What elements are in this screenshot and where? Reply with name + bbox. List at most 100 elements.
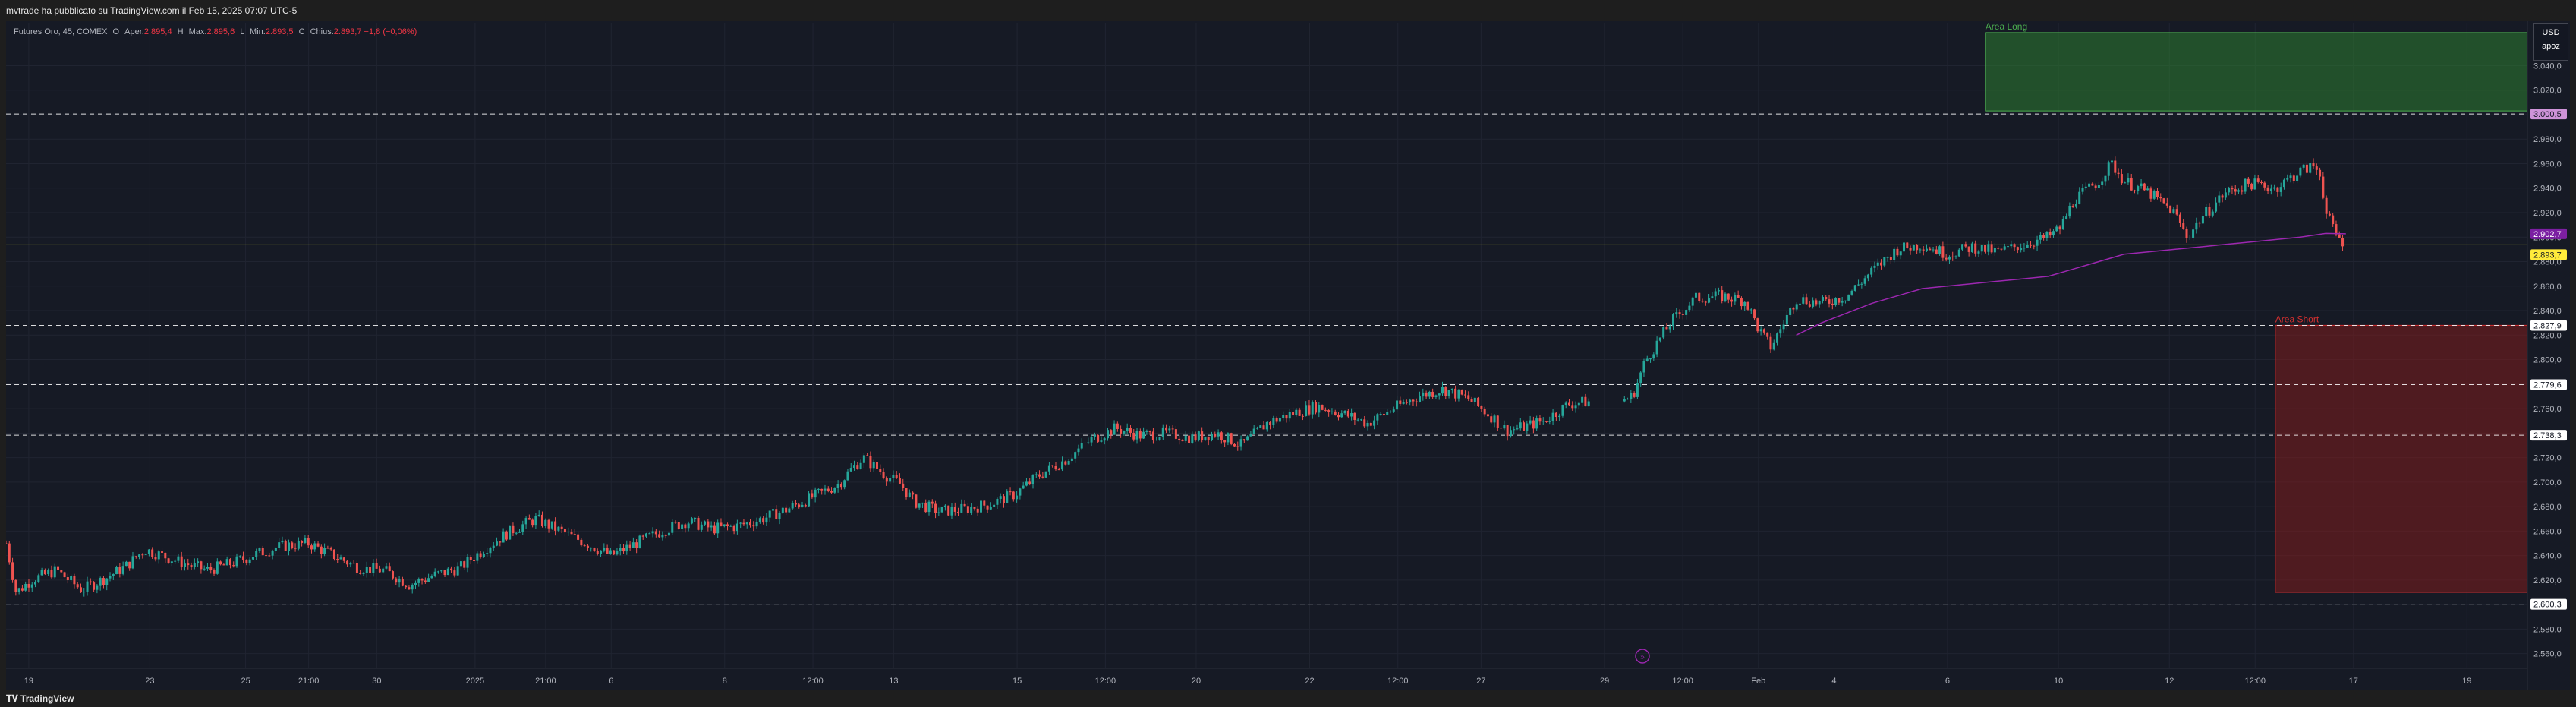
candle-body — [1028, 481, 1031, 484]
candle-body — [684, 524, 687, 529]
candle-body — [11, 562, 14, 580]
candle-body — [20, 588, 24, 591]
candle-body — [342, 557, 345, 561]
double-chevron-right-icon: » — [1640, 653, 1645, 661]
candle-body — [1493, 415, 1496, 423]
tradingview-logo: 𝐓𝐕 TradingView — [6, 693, 74, 705]
candle-body — [927, 501, 931, 513]
candle-body — [219, 561, 222, 565]
candle-body — [489, 548, 492, 554]
candle-body — [833, 488, 836, 493]
x-tick-label: 21:00 — [298, 677, 320, 686]
tradingview-logo-icon: 𝐓𝐕 — [6, 693, 18, 704]
candle-body — [1120, 428, 1123, 434]
candle-body — [1639, 372, 1642, 383]
candle-body — [631, 542, 635, 548]
candle-body — [2312, 163, 2315, 167]
candle-body — [1948, 256, 1951, 260]
candle-body — [570, 532, 573, 535]
candle-body — [1658, 337, 1661, 341]
y-tick-label: 2.580,0 — [2533, 625, 2562, 634]
candle-body — [1103, 438, 1106, 441]
candle-body — [1776, 333, 1779, 343]
candle-body — [1165, 427, 1168, 431]
candle-body — [2104, 175, 2107, 182]
candle-body — [268, 555, 271, 557]
candle-body — [1526, 423, 1529, 431]
candle-body — [2045, 232, 2049, 238]
candle-body — [1265, 421, 1268, 430]
candle-body — [1369, 422, 1372, 426]
candle-body — [24, 583, 27, 591]
candle-body — [1523, 422, 1526, 431]
candle-body — [1698, 292, 1701, 301]
candle-body — [798, 504, 801, 507]
candle-body — [681, 524, 684, 529]
x-tick-label: 6 — [1945, 677, 1950, 686]
candle-body — [742, 522, 745, 525]
candle-body — [700, 524, 703, 530]
candle-body — [1123, 431, 1126, 434]
candle-body — [1529, 420, 1532, 424]
candle-body — [905, 488, 908, 497]
candle-body — [261, 548, 264, 556]
candle-body — [1873, 265, 1876, 268]
candle-body — [1077, 448, 1080, 453]
candle-body — [2010, 244, 2013, 247]
x-tick-label: 10 — [2054, 677, 2063, 686]
candle-body — [310, 545, 313, 550]
x-tick-label: 29 — [1600, 677, 1609, 686]
candle-body — [593, 548, 596, 552]
candle-body — [1454, 388, 1457, 399]
candle-body — [242, 556, 245, 560]
candle-body — [1831, 303, 1834, 305]
candle-body — [427, 578, 430, 582]
candle-body — [534, 516, 537, 526]
candle-body — [1074, 452, 1077, 459]
candle-body — [1665, 327, 1668, 330]
candle-body — [1486, 414, 1489, 417]
candle-body — [849, 468, 852, 472]
candle-body — [2061, 219, 2064, 230]
candle-body — [651, 531, 654, 534]
candle-body — [1343, 410, 1346, 414]
candle-body — [866, 455, 869, 456]
candlestick-chart[interactable]: Area LongArea Short2.560,02.580,02.600,0… — [6, 21, 2570, 690]
candle-body — [836, 484, 839, 488]
candle-body — [2218, 195, 2221, 203]
candle-body — [940, 507, 943, 513]
candle-body — [801, 504, 804, 507]
candle-body — [216, 561, 219, 574]
candle-body — [79, 587, 82, 593]
candle-body — [281, 540, 284, 543]
candle-body — [2078, 191, 2081, 204]
candle-body — [1574, 405, 1577, 409]
candle-body — [1935, 249, 1938, 254]
currency-selector[interactable]: USD apoz — [2533, 23, 2568, 61]
candle-body — [846, 471, 849, 481]
candle-body — [2185, 229, 2188, 238]
candle-body — [2101, 181, 2104, 185]
candle-body — [476, 553, 479, 561]
y-tick-label: 2.860,0 — [2533, 282, 2562, 292]
candle-body — [1967, 246, 1970, 252]
candle-body — [115, 567, 118, 575]
candle-body — [808, 493, 811, 507]
candle-body — [1412, 399, 1415, 402]
candle-body — [603, 548, 606, 551]
candle-body — [716, 522, 720, 534]
candle-body — [1246, 436, 1249, 441]
candle-body — [509, 525, 512, 540]
candle-body — [960, 503, 963, 513]
candle-body — [222, 564, 225, 566]
candle-body — [515, 532, 518, 534]
candle-body — [1441, 387, 1444, 394]
candle-body — [1912, 245, 1915, 251]
candle-body — [2130, 178, 2133, 191]
candle-body — [1054, 466, 1057, 470]
candle-body — [47, 570, 50, 575]
y-tick-label: 2.940,0 — [2533, 185, 2562, 194]
candle-body — [1350, 413, 1353, 417]
candle-body — [2241, 190, 2244, 192]
candle-body — [1564, 402, 1567, 406]
